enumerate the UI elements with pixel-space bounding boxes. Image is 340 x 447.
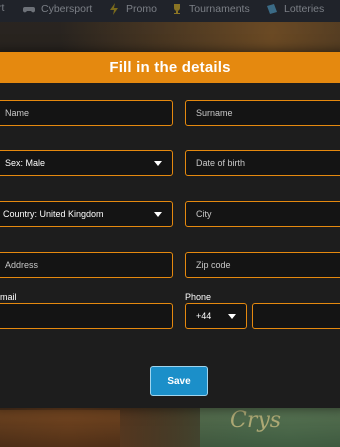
phone-label: Phone: [185, 292, 212, 302]
dob-input[interactable]: [194, 158, 340, 168]
phone-code-select[interactable]: +44: [185, 303, 247, 329]
game-banner-logo: Crys: [230, 408, 282, 433]
address-field[interactable]: [0, 252, 173, 278]
country-select-value: Country: United Kingdom: [3, 209, 104, 219]
nav-item-tournaments[interactable]: Tournaments: [170, 2, 250, 16]
chevron-down-icon: [154, 160, 162, 166]
nav-item-cybersport[interactable]: Cybersport: [22, 2, 92, 16]
sex-select[interactable]: Sex: Male: [0, 150, 173, 176]
phone-code-value: +44: [196, 311, 212, 321]
name-input[interactable]: [0, 108, 172, 118]
nav-item-promo[interactable]: Promo: [107, 2, 157, 16]
lightning-icon: [110, 3, 118, 15]
phone-number-field[interactable]: [252, 303, 340, 329]
surname-input[interactable]: [194, 108, 340, 118]
email-label: mail: [0, 292, 17, 302]
nav-item-label: Cybersport: [41, 3, 93, 15]
dob-field[interactable]: [185, 150, 340, 176]
nav-item-label: rt: [0, 2, 5, 14]
email-input[interactable]: [0, 311, 172, 321]
sex-select-value: Sex: Male: [5, 158, 46, 168]
controller-icon: [23, 7, 35, 13]
modal-header: Fill in the details: [0, 52, 340, 83]
game-banner-left: [0, 410, 120, 447]
country-select[interactable]: Country: United Kingdom: [0, 201, 173, 227]
email-field[interactable]: [0, 303, 173, 329]
city-input[interactable]: [194, 209, 340, 219]
chevron-down-icon: [154, 211, 162, 217]
phone-number-input[interactable]: [261, 311, 340, 321]
address-input[interactable]: [0, 260, 172, 270]
modal-title: Fill in the details: [109, 59, 231, 76]
details-modal: Fill in the details Sex: Male Country: U…: [0, 52, 340, 408]
zip-input[interactable]: [194, 260, 340, 270]
nav-item-label: Promo: [126, 3, 157, 15]
nav-item-label: Lotteries: [284, 3, 325, 15]
zip-field[interactable]: [185, 252, 340, 278]
nav-item-lotteries[interactable]: Lotteries: [265, 2, 324, 16]
nav-item-sport[interactable]: rt: [0, 2, 4, 14]
ticket-icon: [267, 4, 277, 14]
save-button[interactable]: Save: [150, 366, 208, 396]
surname-field[interactable]: [185, 100, 340, 126]
nav-item-label: Tournaments: [189, 3, 250, 15]
top-navigation: rt Cybersport Promo Tournaments Lotterie…: [0, 0, 340, 22]
city-field[interactable]: [185, 201, 340, 227]
trophy-icon: [174, 4, 180, 14]
name-field[interactable]: [0, 100, 173, 126]
chevron-down-icon: [228, 313, 236, 319]
